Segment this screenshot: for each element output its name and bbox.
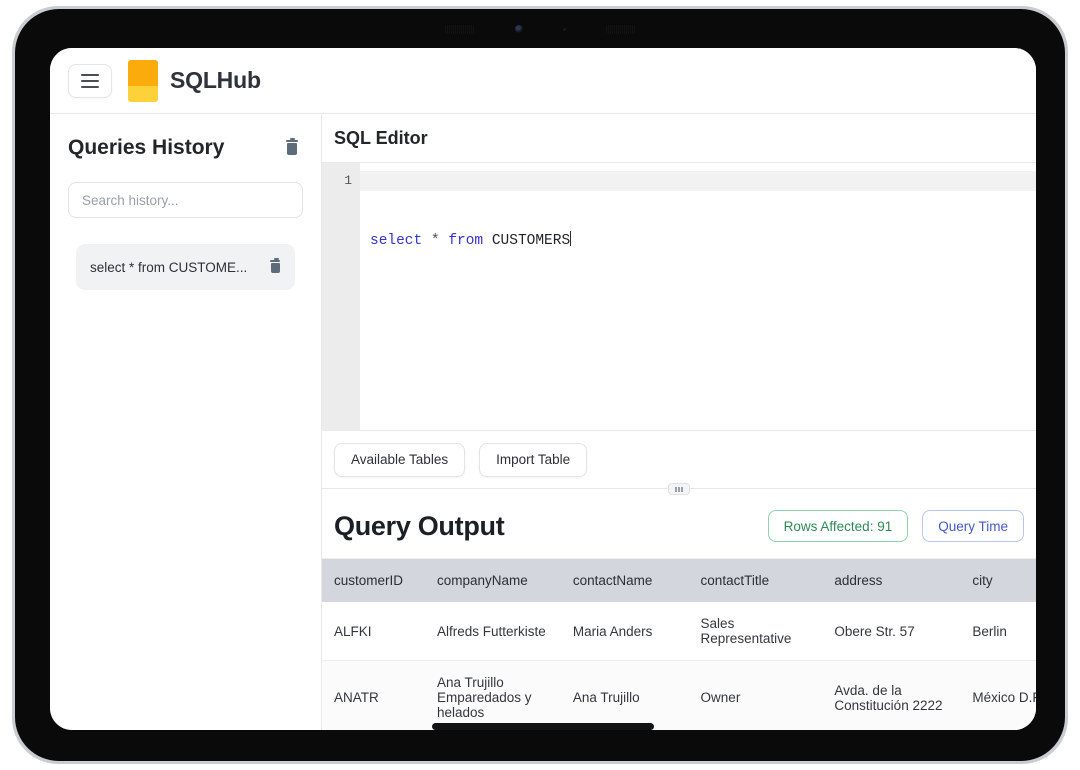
drag-grip-icon[interactable] [668, 483, 690, 495]
cell-address: Avda. de la Constitución 2222 [822, 660, 961, 730]
device-frame: SQLHub Queries History Search history...… [12, 6, 1068, 764]
result-table: customerID companyName contactName conta… [322, 559, 1036, 730]
app-topbar: SQLHub [50, 48, 1036, 114]
result-table-scroll-area[interactable]: customerID companyName contactName conta… [322, 559, 1036, 730]
sqlhub-logo-icon [128, 59, 158, 102]
cell-city: México D.F. [960, 660, 1036, 730]
available-tables-button[interactable]: Available Tables [334, 442, 466, 477]
app-screen: SQLHub Queries History Search history...… [50, 48, 1036, 730]
editor-line-number: 1 [344, 173, 352, 188]
sql-editor-title: SQL Editor [334, 128, 428, 148]
query-output-section: Query Output Rows Affected: 91 Query Tim… [322, 496, 1036, 730]
table-row[interactable]: ALFKI Alfreds Futterkiste Maria Anders S… [322, 602, 1036, 661]
table-row[interactable]: ANATR Ana Trujillo Emparedados y helados… [322, 660, 1036, 730]
horizontal-scrollbar[interactable] [322, 723, 1036, 730]
cell-city: Berlin [960, 602, 1036, 661]
device-sensor-array [425, 21, 655, 37]
query-time-badge: Query Time [922, 510, 1024, 542]
panel-split-divider [322, 483, 1036, 496]
editor-line-number-gutter: 1 [322, 163, 360, 430]
horizontal-scrollbar-thumb[interactable] [432, 723, 654, 730]
query-output-badges: Rows Affected: 91 Query Time [767, 510, 1024, 542]
queries-history-sidebar: Queries History select * from CUSTOME... [50, 114, 322, 730]
sql-token-operator: * [430, 233, 440, 249]
clear-history-trash-icon[interactable] [285, 138, 299, 156]
app-brand: SQLHub [128, 59, 261, 102]
app-body: Queries History select * from CUSTOME... [50, 114, 1036, 730]
cell-contactname: Maria Anders [560, 602, 689, 661]
cell-companyname: Ana Trujillo Emparedados y helados [424, 660, 561, 730]
speaker-mesh-icon [605, 24, 636, 34]
text-caret [570, 231, 572, 246]
column-header-address[interactable]: address [822, 559, 961, 602]
cell-contacttitle: Sales Representative [688, 602, 823, 661]
editor-code-line: select * from CUSTOMERS [370, 231, 1036, 251]
cell-contacttitle: Owner [688, 660, 823, 730]
column-header-contactname[interactable]: contactName [560, 559, 689, 602]
front-camera-icon [514, 25, 523, 33]
cell-address: Obere Str. 57 [822, 602, 961, 661]
column-header-companyname[interactable]: companyName [424, 559, 561, 602]
app-title: SQLHub [170, 67, 261, 93]
cell-companyname: Alfreds Futterkiste [424, 602, 561, 661]
hamburger-icon-line [81, 85, 99, 88]
query-output-header: Query Output Rows Affected: 91 Query Tim… [322, 496, 1036, 559]
table-header-row: customerID companyName contactName conta… [322, 559, 1036, 602]
hamburger-icon-line [81, 73, 99, 76]
column-header-contacttitle[interactable]: contactTitle [688, 559, 823, 602]
sql-editor[interactable]: 1 select * from CUSTOMERS [322, 162, 1036, 430]
cell-contactname: Ana Trujillo [560, 660, 689, 730]
history-list-item[interactable]: select * from CUSTOME... [76, 244, 295, 290]
result-table-body: ALFKI Alfreds Futterkiste Maria Anders S… [322, 602, 1036, 730]
hamburger-icon-line [81, 79, 99, 82]
device-bezel: SQLHub Queries History Search history...… [15, 9, 1065, 761]
cell-customerid: ALFKI [322, 602, 425, 661]
sql-token-identifier: CUSTOMERS [491, 233, 571, 249]
sql-token-keyword: from [448, 233, 484, 249]
history-list: select * from CUSTOME... [68, 244, 303, 290]
ambient-sensor-icon [562, 27, 566, 31]
editor-active-line-highlight [360, 171, 1036, 191]
column-header-city[interactable]: city [960, 559, 1036, 602]
query-output-title: Query Output [334, 510, 505, 541]
sql-editor-section: SQL Editor 1 select * from CUSTOMERS Ava… [322, 114, 1036, 488]
sql-token-keyword: select [370, 233, 423, 249]
import-table-button[interactable]: Import Table [479, 442, 588, 477]
speaker-mesh-icon [444, 24, 475, 34]
sidebar-header: Queries History [68, 136, 303, 160]
sidebar-title: Queries History [68, 136, 225, 159]
result-table-head: customerID companyName contactName conta… [322, 559, 1036, 602]
hamburger-menu-button[interactable] [68, 63, 112, 98]
cell-customerid: ANATR [322, 660, 425, 730]
main-panel: SQL Editor 1 select * from CUSTOMERS Ava… [322, 114, 1036, 730]
history-item-label: select * from CUSTOME... [90, 259, 248, 275]
delete-history-item-trash-icon[interactable] [269, 258, 281, 274]
editor-toolbar: Available Tables Import Table [322, 430, 1036, 488]
editor-code-area[interactable]: select * from CUSTOMERS [360, 163, 1036, 430]
column-header-customerid[interactable]: customerID [322, 559, 425, 602]
rows-affected-badge: Rows Affected: 91 [767, 510, 909, 542]
search-history-input[interactable] [68, 182, 303, 218]
